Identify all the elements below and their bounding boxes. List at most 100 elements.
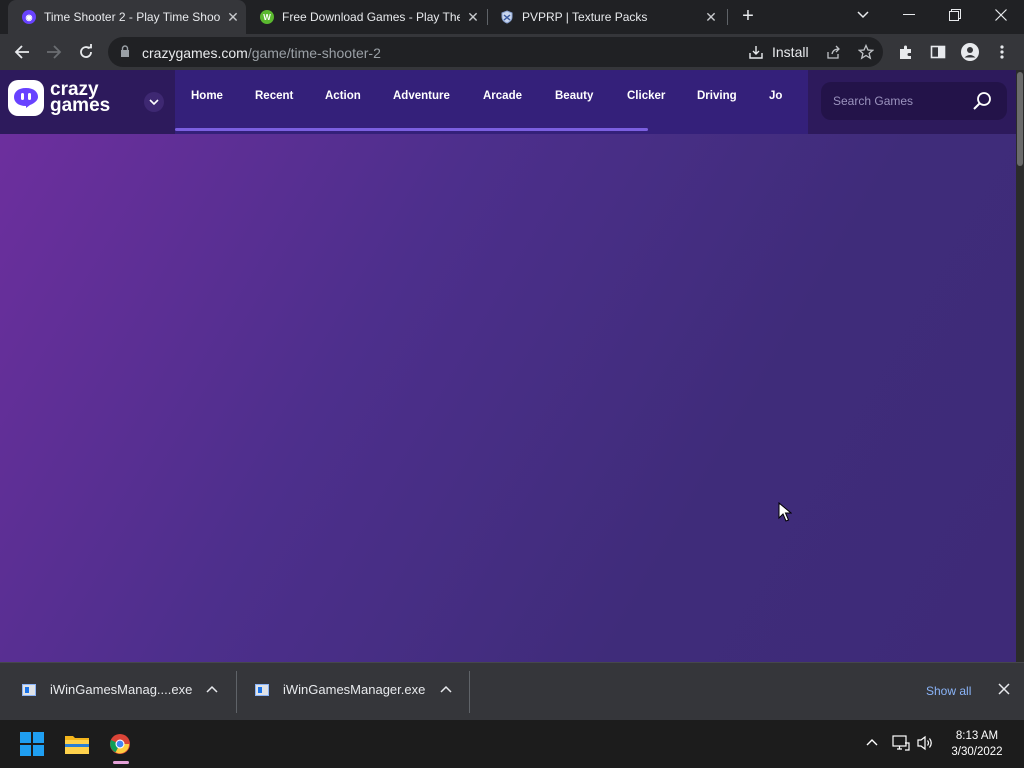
chevron-up-icon[interactable] [206,685,218,693]
crazygames-header: crazy games Home Recent Action Adventure… [0,70,1016,134]
logo-wordmark: crazy games [50,80,111,116]
restore-button[interactable] [932,0,978,30]
search-placeholder: Search Games [833,94,914,108]
install-label: Install [772,44,809,60]
download-filename: iWinGamesManager.exe [283,682,426,697]
exe-file-icon [22,683,36,696]
install-app-button[interactable]: Install [748,42,809,62]
chevron-up-icon[interactable] [866,738,878,746]
network-icon[interactable] [892,735,910,751]
tab-free-download-games[interactable]: W Free Download Games - Play The ✕ [246,0,486,34]
restore-icon [949,9,961,21]
install-icon [749,46,763,59]
system-clock[interactable]: 8:13 AM 3/30/2022 [944,728,1010,760]
nav-beauty[interactable]: Beauty [555,90,593,102]
tab-divider [727,9,728,25]
download-item[interactable]: iWinGamesManag....exe [22,682,192,697]
page-scrollbar[interactable] [1016,70,1024,662]
active-app-indicator [113,761,129,764]
browser-tab-strip: ◉ Time Shooter 2 - Play Time Shooter ✕ W… [0,0,1024,34]
reload-icon [80,44,92,58]
search-icon[interactable] [972,91,992,111]
chrome-icon [110,734,130,754]
tab-title: PVPRP | Texture Packs [522,10,648,24]
profile-button[interactable] [958,40,982,64]
w-favicon-icon: W [260,10,274,24]
tab-time-shooter[interactable]: ◉ Time Shooter 2 - Play Time Shooter ✕ [8,0,246,34]
close-window-button[interactable] [978,0,1024,30]
tab-title: Time Shooter 2 - Play Time Shooter [44,10,220,24]
crazygames-favicon-icon: ◉ [22,10,36,24]
nav-adventure[interactable]: Adventure [393,90,450,102]
clock-date: 3/30/2022 [951,746,1003,758]
bookmark-star-icon[interactable] [857,43,875,65]
tab-pvprp[interactable]: PVPRP | Texture Packs ✕ [486,0,724,34]
url-path: /game/time-shooter-2 [247,45,381,61]
arrow-right-icon [47,45,62,59]
nav-arcade[interactable]: Arcade [483,90,522,102]
clock-time: 8:13 AM [955,730,999,742]
nav-clicker[interactable]: Clicker [627,90,665,102]
mouse-cursor-icon [778,501,793,527]
download-divider [469,671,470,713]
kebab-menu-icon [1000,45,1004,59]
crazygames-logo-icon [8,80,44,116]
file-explorer-button[interactable] [61,728,93,760]
puzzle-icon [900,45,911,59]
category-nav: Home Recent Action Adventure Arcade Beau… [175,70,808,134]
show-all-downloads-link[interactable]: Show all [926,684,971,698]
windows-logo-icon [20,732,44,756]
search-games-input[interactable]: Search Games [821,82,1007,120]
minimize-icon [903,14,915,15]
profile-icon [961,43,979,61]
close-tab-icon[interactable]: ✕ [698,9,724,26]
download-filename: iWinGamesManag....exe [50,682,193,697]
close-icon[interactable] [998,683,1010,695]
download-divider [236,671,237,713]
chrome-menu-button[interactable] [990,40,1014,64]
new-tab-button[interactable]: + [737,5,759,27]
close-tab-icon[interactable]: ✕ [460,9,486,26]
shield-favicon-icon [500,10,514,24]
chevron-down-icon [857,11,869,19]
tab-search-button[interactable] [840,0,886,30]
forward-button[interactable] [42,40,66,64]
logo-menu-dropdown[interactable] [144,92,164,112]
chevron-down-icon [149,99,159,105]
download-shelf: iWinGamesManag....exe iWinGamesManager.e… [0,662,1024,720]
nav-home[interactable]: Home [191,90,223,102]
crazygames-logo[interactable]: crazy games [8,80,110,116]
nav-jo[interactable]: Jo [769,90,782,102]
scrollbar-thumb[interactable] [1017,72,1023,166]
folder-icon [65,736,89,754]
share-icon[interactable] [826,44,842,65]
windows-taskbar: 8:13 AM 3/30/2022 [0,720,1024,768]
logo-line-2: games [50,95,111,116]
exe-file-icon [255,683,269,696]
chrome-taskbar-button[interactable] [104,728,136,760]
nav-scroll-indicator[interactable] [175,128,648,131]
web-page-viewport: crazy games Home Recent Action Adventure… [0,70,1016,662]
side-panel-button[interactable] [926,40,950,64]
url-text[interactable]: crazygames.com/game/time-shooter-2 [142,45,381,61]
close-tab-icon[interactable]: ✕ [220,9,246,26]
start-button[interactable] [16,728,48,760]
url-domain: crazygames.com [142,45,248,61]
extensions-button[interactable] [894,40,918,64]
arrow-left-icon [14,45,29,59]
lock-icon[interactable] [120,45,130,63]
nav-recent[interactable]: Recent [255,90,293,102]
nav-driving[interactable]: Driving [697,90,737,102]
side-panel-icon [930,45,946,59]
chevron-up-icon[interactable] [440,685,452,693]
reload-button[interactable] [74,40,98,64]
tab-title: Free Download Games - Play The [282,10,460,24]
close-icon [995,9,1007,21]
volume-icon[interactable] [917,735,935,751]
download-item[interactable]: iWinGamesManager.exe [255,682,425,697]
back-button[interactable] [10,40,34,64]
browser-toolbar: crazygames.com/game/time-shooter-2 Insta… [0,34,1024,70]
address-bar[interactable]: crazygames.com/game/time-shooter-2 Insta… [108,37,883,67]
nav-action[interactable]: Action [325,90,361,102]
minimize-button[interactable] [886,0,932,30]
